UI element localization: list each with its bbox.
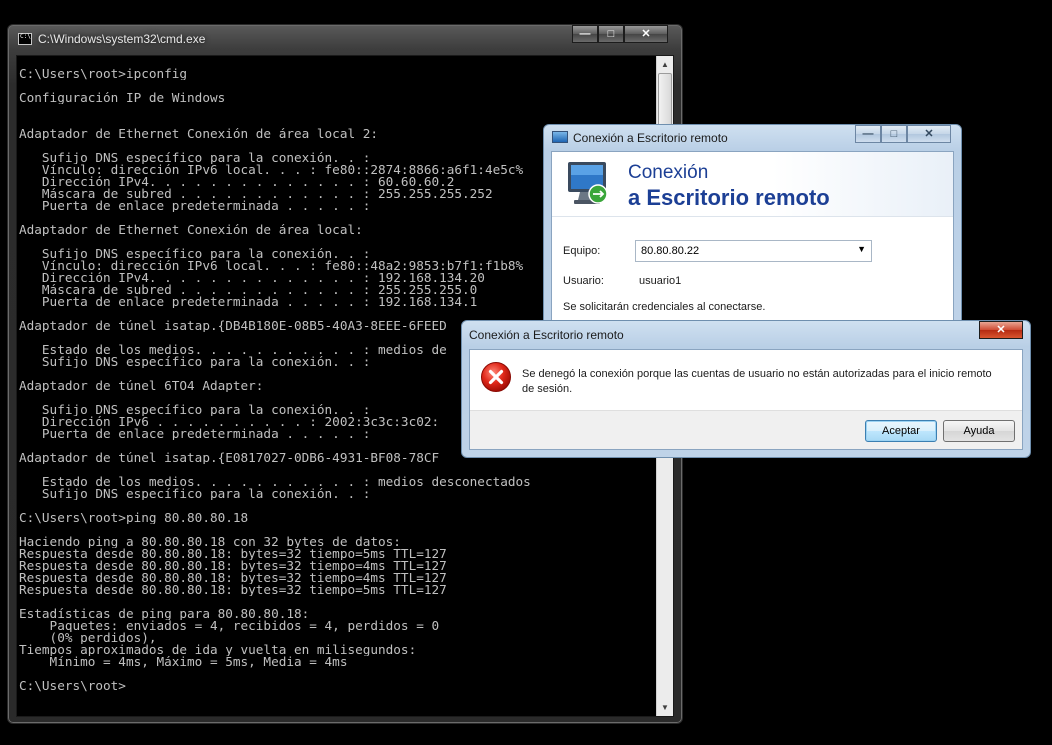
rdp-maximize-button[interactable]: □ xyxy=(881,125,907,143)
error-dialog: Conexión a Escritorio remoto ✕ Se denegó… xyxy=(461,320,1031,458)
cmd-app-icon xyxy=(18,33,32,45)
maximize-icon: □ xyxy=(890,127,898,140)
error-dialog-titlebar[interactable]: Conexión a Escritorio remoto ✕ xyxy=(462,321,1030,349)
rdp-heading-line2: a Escritorio remoto xyxy=(628,185,830,210)
maximize-icon: □ xyxy=(607,27,615,40)
close-button[interactable]: ✕ xyxy=(624,25,668,43)
computer-value: 80.80.80.22 xyxy=(641,245,700,257)
credentials-note: Se solicitarán credenciales al conectars… xyxy=(563,301,766,313)
console-line: C:\Users\root>ping 80.80.80.18 xyxy=(19,512,249,524)
rdp-caption-buttons: — □ ✕ xyxy=(855,125,951,143)
error-icon xyxy=(481,362,511,392)
rdp-client-area: Conexión a Escritorio remoto Equipo: 80.… xyxy=(551,151,954,343)
console-line: C:\Users\root>ipconfig xyxy=(19,68,188,80)
rdp-close-button[interactable]: ✕ xyxy=(907,125,951,143)
console-line: Estado de los medios. . . . . . . . . . … xyxy=(19,476,531,488)
computer-label: Equipo: xyxy=(563,245,601,257)
user-value: usuario1 xyxy=(639,275,682,287)
remote-desktop-window: Conexión a Escritorio remoto — □ ✕ Conex… xyxy=(543,124,962,344)
scroll-down-icon[interactable]: ▼ xyxy=(657,699,673,716)
rdp-titlebar[interactable]: Conexión a Escritorio remoto — □ ✕ xyxy=(544,125,961,151)
close-icon: ✕ xyxy=(641,27,651,40)
remote-monitor-icon xyxy=(568,162,608,204)
minimize-button[interactable]: — xyxy=(572,25,598,43)
remote-desktop-icon xyxy=(552,131,568,143)
console-line: Mínimo = 4ms, Máximo = 5ms, Media = 4ms xyxy=(19,656,348,668)
console-line: Paquetes: enviados = 4, recibidos = 4, p… xyxy=(19,620,440,632)
accept-button[interactable]: Aceptar xyxy=(865,420,937,442)
cmd-caption-buttons: — □ ✕ xyxy=(572,25,668,43)
close-icon: ✕ xyxy=(924,127,934,140)
console-line: (0% perdidos), xyxy=(19,632,157,644)
minimize-icon: — xyxy=(579,27,591,40)
error-caption-buttons: ✕ xyxy=(979,321,1023,339)
close-icon: ✕ xyxy=(996,323,1006,336)
scroll-up-icon[interactable]: ▲ xyxy=(657,56,673,73)
error-dialog-title: Conexión a Escritorio remoto xyxy=(469,328,624,342)
console-line: Configuración IP de Windows xyxy=(19,92,226,104)
rdp-banner: Conexión a Escritorio remoto xyxy=(552,152,953,217)
console-line: Haciendo ping a 80.80.80.18 con 32 bytes… xyxy=(19,536,401,548)
error-dialog-body: Se denegó la conexión porque las cuentas… xyxy=(469,349,1023,450)
cmd-window-title: C:\Windows\system32\cmd.exe xyxy=(38,32,206,46)
user-label: Usuario: xyxy=(563,275,604,287)
maximize-button[interactable]: □ xyxy=(598,25,624,43)
chevron-down-icon[interactable]: ▼ xyxy=(857,244,866,254)
console-line: Tiempos aproximados de ida y vuelta en m… xyxy=(19,644,417,656)
console-line: Respuesta desde 80.80.80.18: bytes=32 ti… xyxy=(19,584,447,596)
cmd-titlebar[interactable]: C:\Windows\system32\cmd.exe — □ ✕ xyxy=(8,25,682,55)
error-message-area: Se denegó la conexión porque las cuentas… xyxy=(470,350,1022,411)
console-line: C:\Users\root> xyxy=(19,680,126,692)
console-line: Respuesta desde 80.80.80.18: bytes=32 ti… xyxy=(19,572,447,584)
rdp-heading-line1: Conexión xyxy=(628,162,709,183)
help-button[interactable]: Ayuda xyxy=(943,420,1015,442)
error-close-button[interactable]: ✕ xyxy=(979,321,1023,339)
computer-combobox[interactable]: 80.80.80.22 ▼ xyxy=(635,240,872,262)
console-line: Respuesta desde 80.80.80.18: bytes=32 ti… xyxy=(19,548,447,560)
error-message: Se denegó la conexión porque las cuentas… xyxy=(522,368,992,395)
rdp-window-title: Conexión a Escritorio remoto xyxy=(573,131,728,145)
rdp-minimize-button[interactable]: — xyxy=(855,125,881,143)
console-line: Sufijo DNS específico para la conexión. … xyxy=(19,488,371,500)
console-line: Respuesta desde 80.80.80.18: bytes=32 ti… xyxy=(19,560,447,572)
console-line: Estadísticas de ping para 80.80.80.18: xyxy=(19,608,310,620)
minimize-icon: — xyxy=(862,127,874,140)
